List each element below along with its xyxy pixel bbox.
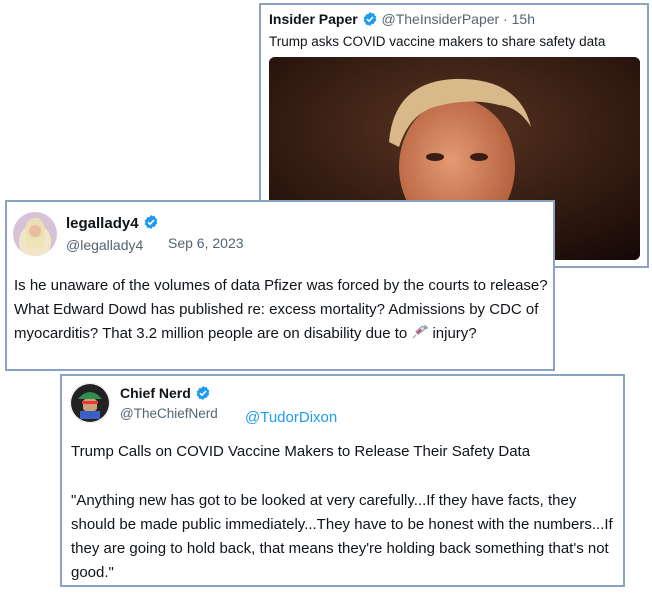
tweet-text-end: injury? — [432, 325, 477, 342]
tweet-header: Insider Paper @TheInsiderPaper · 15h — [269, 11, 535, 30]
syringe-icon — [411, 324, 429, 348]
author-handle[interactable]: @TheChiefNerd — [120, 406, 218, 421]
tweet-card-legallady4[interactable]: legallady4 @legallady4 Sep 6, 2023 Is he… — [5, 200, 555, 371]
tweet-text: Is he unaware of the volumes of data Pfi… — [14, 274, 550, 348]
author-name[interactable]: legallady4 — [66, 214, 159, 234]
verified-badge-icon — [362, 11, 378, 30]
author-name[interactable]: Insider Paper — [269, 11, 358, 27]
mention-link[interactable]: @TudorDixon — [245, 409, 337, 426]
avatar[interactable] — [13, 212, 57, 256]
tweet-text: Trump asks COVID vaccine makers to share… — [269, 34, 606, 49]
author-handle-timestamp[interactable]: @TheInsiderPaper · 15h — [381, 11, 535, 27]
tweet-quote-text: "Anything new has got to be looked at ve… — [71, 492, 613, 581]
verified-badge-icon — [195, 385, 211, 404]
author-handle[interactable]: @legallady4 — [66, 237, 143, 253]
avatar[interactable] — [70, 383, 110, 423]
tweet-card-chief-nerd[interactable]: Chief Nerd @TheChiefNerd @TudorDixon Tru… — [60, 374, 625, 587]
author-name[interactable]: Chief Nerd — [120, 385, 211, 404]
tweet-text: Trump Calls on COVID Vaccine Makers to R… — [71, 443, 531, 460]
tweet-date[interactable]: Sep 6, 2023 — [168, 235, 244, 251]
verified-badge-icon — [143, 214, 159, 234]
